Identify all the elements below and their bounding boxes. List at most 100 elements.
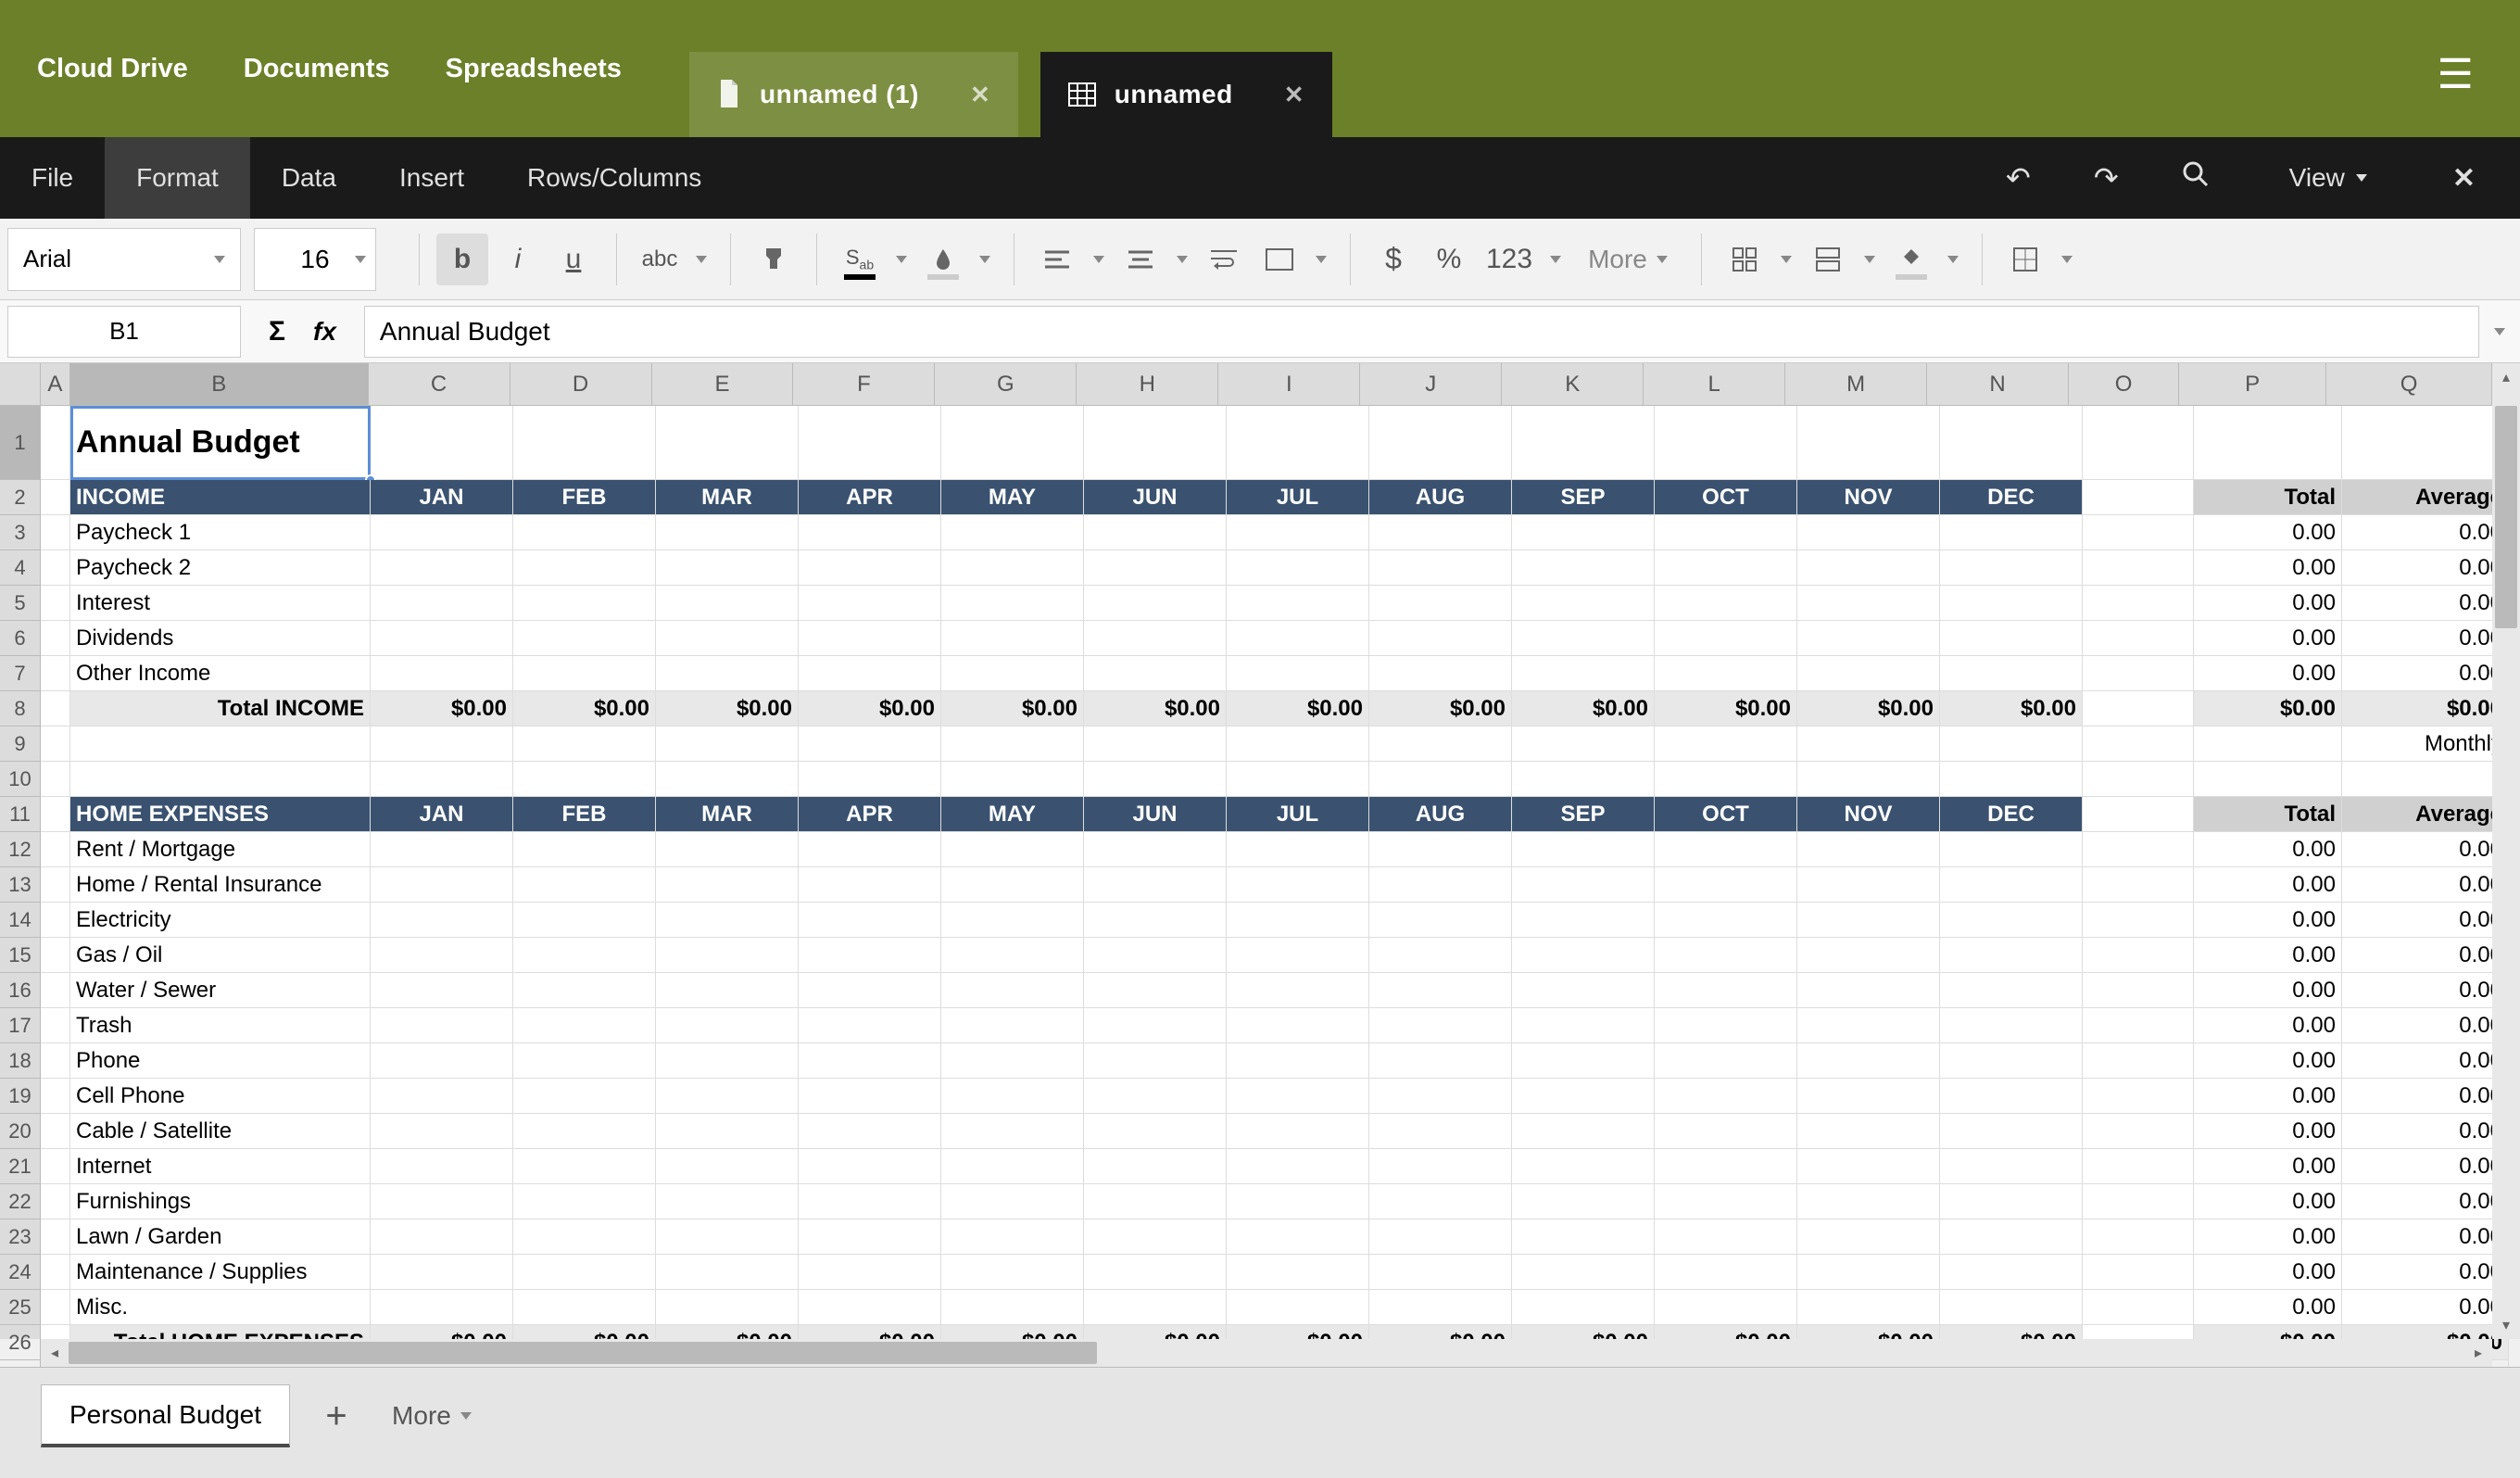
value-cell[interactable] [513, 832, 656, 867]
formula-expand-icon[interactable] [2479, 328, 2520, 335]
value-cell[interactable] [1084, 1149, 1227, 1184]
total-cell[interactable]: 0.00 [2194, 867, 2342, 903]
total-value[interactable]: $0.00 [1797, 691, 1940, 726]
row-header[interactable]: 5 [0, 586, 41, 621]
menu-rows-columns[interactable]: Rows/Columns [496, 137, 733, 219]
column-header[interactable]: A [41, 363, 70, 406]
value-cell[interactable] [1940, 1079, 2083, 1114]
row-header[interactable]: 6 [0, 621, 41, 656]
avg-cell[interactable]: 0.00 [2342, 586, 2509, 621]
section-header[interactable]: HOME EXPENSES [70, 797, 371, 832]
cell[interactable] [1227, 406, 1369, 480]
column-header[interactable]: I [1218, 363, 1360, 406]
cell[interactable] [1655, 726, 1797, 762]
total-cell[interactable]: 0.00 [2194, 938, 2342, 973]
value-cell[interactable] [656, 1255, 799, 1290]
month-header[interactable]: APR [799, 480, 941, 515]
value-cell[interactable] [799, 973, 941, 1008]
cell[interactable] [41, 1043, 70, 1079]
row-header[interactable]: 26 [0, 1325, 41, 1360]
month-header[interactable]: JUN [1084, 480, 1227, 515]
scroll-thumb[interactable] [2495, 406, 2517, 628]
cell[interactable] [41, 1219, 70, 1255]
value-cell[interactable] [1084, 1255, 1227, 1290]
total-cell[interactable]: 0.00 [2194, 832, 2342, 867]
column-header[interactable]: G [935, 363, 1077, 406]
value-cell[interactable] [1227, 515, 1369, 550]
row-header[interactable]: 13 [0, 867, 41, 903]
value-cell[interactable] [1369, 1290, 1512, 1325]
cell[interactable] [2083, 1008, 2194, 1043]
value-cell[interactable] [1369, 867, 1512, 903]
value-cell[interactable] [1797, 1219, 1940, 1255]
row-label[interactable]: Trash [70, 1008, 371, 1043]
cell[interactable] [2083, 656, 2194, 691]
value-cell[interactable] [799, 1114, 941, 1149]
total-cell[interactable]: 0.00 [2194, 973, 2342, 1008]
avg-cell[interactable]: 0.00 [2342, 1149, 2509, 1184]
total-value[interactable]: $0.00 [1655, 691, 1797, 726]
avg-cell[interactable]: 0.00 [2342, 621, 2509, 656]
total-cell[interactable]: 0.00 [2194, 1255, 2342, 1290]
row-label[interactable]: Misc. [70, 1290, 371, 1325]
value-cell[interactable] [1797, 938, 1940, 973]
value-cell[interactable] [1512, 903, 1655, 938]
value-cell[interactable] [513, 621, 656, 656]
value-cell[interactable] [513, 903, 656, 938]
value-cell[interactable] [1512, 938, 1655, 973]
month-header[interactable]: JAN [371, 480, 513, 515]
month-header[interactable]: FEB [513, 797, 656, 832]
value-cell[interactable] [1940, 1008, 2083, 1043]
total-cell[interactable]: 0.00 [2194, 1184, 2342, 1219]
value-cell[interactable] [656, 1149, 799, 1184]
align-horizontal-button[interactable] [1031, 234, 1083, 285]
scroll-down-icon[interactable]: ▾ [2492, 1311, 2520, 1339]
value-cell[interactable] [1369, 550, 1512, 586]
sheet-tab-personal-budget[interactable]: Personal Budget [41, 1384, 290, 1447]
value-cell[interactable] [1369, 903, 1512, 938]
value-cell[interactable] [799, 550, 941, 586]
value-cell[interactable] [513, 1149, 656, 1184]
select-all-corner[interactable] [0, 363, 41, 406]
cell[interactable] [799, 406, 941, 480]
value-cell[interactable] [1512, 621, 1655, 656]
value-cell[interactable] [1227, 1008, 1369, 1043]
avg-cell[interactable]: 0.00 [2342, 903, 2509, 938]
column-header[interactable]: F [793, 363, 935, 406]
cell[interactable] [1227, 726, 1369, 762]
value-cell[interactable] [1655, 550, 1797, 586]
cell[interactable] [513, 406, 656, 480]
total-cell[interactable]: 0.00 [2194, 1219, 2342, 1255]
total-cell[interactable]: 0.00 [2194, 550, 2342, 586]
merge-cells-button[interactable] [1254, 234, 1305, 285]
value-cell[interactable] [1797, 550, 1940, 586]
value-cell[interactable] [1655, 973, 1797, 1008]
cell[interactable] [1655, 762, 1797, 797]
cell[interactable] [513, 726, 656, 762]
fx-icon[interactable]: fx [313, 317, 336, 347]
value-cell[interactable] [1797, 867, 1940, 903]
value-cell[interactable] [1512, 1114, 1655, 1149]
month-header[interactable]: FEB [513, 480, 656, 515]
row-header[interactable]: 23 [0, 1219, 41, 1255]
cell[interactable] [371, 762, 513, 797]
value-cell[interactable] [1084, 1114, 1227, 1149]
value-cell[interactable] [656, 973, 799, 1008]
row-label[interactable]: Phone [70, 1043, 371, 1079]
value-cell[interactable] [1227, 550, 1369, 586]
nav-cloud-drive[interactable]: Cloud Drive [37, 54, 188, 84]
value-cell[interactable] [1655, 938, 1797, 973]
undo-icon[interactable]: ↶ [1995, 160, 2042, 196]
row-header[interactable]: 3 [0, 515, 41, 550]
value-cell[interactable] [1084, 656, 1227, 691]
value-cell[interactable] [799, 1008, 941, 1043]
column-header[interactable]: M [1785, 363, 1927, 406]
cells-area[interactable]: Annual BudgetINCOMEJANFEBMARAPRMAYJUNJUL… [41, 406, 2492, 1339]
cell[interactable] [70, 762, 371, 797]
summary-header[interactable]: Total [2194, 797, 2342, 832]
scroll-up-icon[interactable]: ▴ [2492, 363, 2520, 391]
value-cell[interactable] [513, 1219, 656, 1255]
cell[interactable] [2083, 1184, 2194, 1219]
value-cell[interactable] [1797, 1079, 1940, 1114]
column-header[interactable]: Q [2326, 363, 2492, 406]
